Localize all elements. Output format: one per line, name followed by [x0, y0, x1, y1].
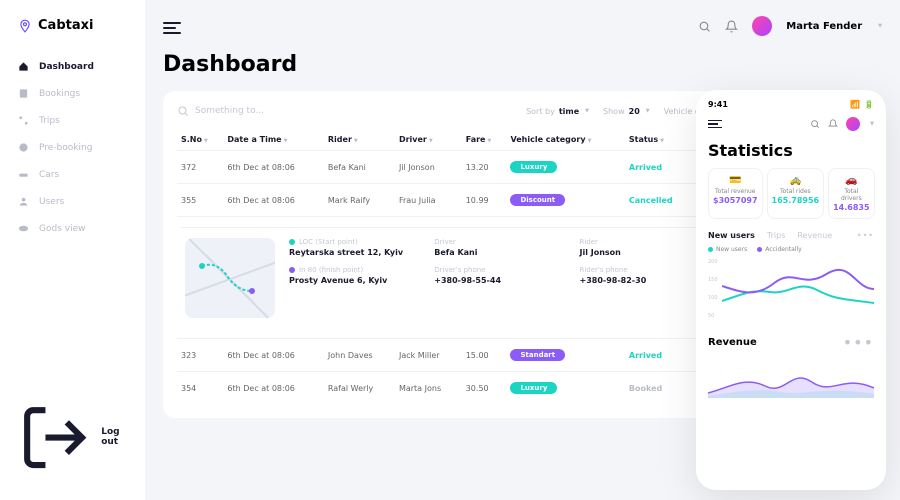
nav-label: Cars	[39, 170, 59, 180]
eye-icon	[18, 223, 29, 234]
stat-card[interactable]: 🚗Total drivers14.6835	[828, 168, 874, 219]
brand-logo: Cabtaxi	[0, 18, 145, 53]
nav-label: Trips	[39, 116, 60, 126]
more-icon[interactable]: •••	[857, 231, 874, 240]
nav-prebooking[interactable]: Pre-booking	[0, 134, 145, 161]
col-header[interactable]: Fare▼	[462, 129, 507, 151]
page-title: Dashboard	[163, 52, 882, 77]
route-icon	[18, 115, 29, 126]
col-header[interactable]: Date a Time▼	[223, 129, 324, 151]
home-icon	[18, 61, 29, 72]
car-icon	[18, 169, 29, 180]
chevron-down-icon[interactable]: ▼	[878, 23, 882, 29]
map-thumbnail	[185, 238, 275, 318]
sidebar: Cabtaxi Dashboard Bookings Trips Pre-boo…	[0, 0, 145, 500]
search-icon	[177, 105, 189, 117]
logout-icon	[18, 401, 91, 474]
stat-card[interactable]: 💳Total revenue$3057097	[708, 168, 763, 219]
legend-item: Accidentally	[757, 246, 801, 253]
show-select[interactable]: Show 20▼	[603, 107, 650, 116]
nav-label: Bookings	[39, 89, 80, 99]
username[interactable]: Marta Fender	[786, 21, 862, 32]
col-header[interactable]: Driver▼	[395, 129, 462, 151]
user-icon	[18, 196, 29, 207]
more-icon[interactable]: •••	[843, 333, 874, 352]
col-header[interactable]: Vehicle category▼	[506, 129, 624, 151]
avatar[interactable]	[846, 117, 860, 131]
nav-label: Dashboard	[39, 62, 94, 72]
col-header[interactable]: S.No▼	[177, 129, 223, 151]
sort-select[interactable]: Sort by time▼	[526, 107, 589, 116]
mobile-preview: 9:41 📶 🔋 ▼ Statistics 💳Total revenue$3057…	[696, 90, 886, 490]
tab-revenue[interactable]: Revenue	[797, 231, 832, 240]
bell-icon[interactable]	[828, 119, 838, 129]
mobile-menu-toggle[interactable]	[708, 118, 722, 131]
pin-icon	[18, 19, 32, 33]
tab-new-users[interactable]: New users	[708, 231, 755, 240]
legend-item: New users	[708, 246, 747, 253]
area-chart	[708, 358, 874, 398]
topbar: Marta Fender ▼	[163, 0, 882, 52]
stat-card[interactable]: 🚕Total rides165.78956	[767, 168, 825, 219]
col-header[interactable]: Status▼	[625, 129, 694, 151]
search-icon[interactable]	[810, 119, 820, 129]
nav: Dashboard Bookings Trips Pre-booking Car…	[0, 53, 145, 393]
col-header[interactable]: Rider▼	[324, 129, 395, 151]
search-input[interactable]: Something to...	[177, 105, 264, 117]
menu-toggle[interactable]	[163, 19, 181, 33]
avatar[interactable]	[752, 16, 772, 36]
line-chart: 20015010050	[708, 259, 874, 319]
logout-label: Log out	[101, 427, 127, 447]
nav-dashboard[interactable]: Dashboard	[0, 53, 145, 80]
mobile-statusbar: 9:41 📶 🔋	[708, 100, 874, 109]
nav-label: Gods view	[39, 224, 85, 234]
search-placeholder: Something to...	[195, 106, 264, 116]
signal-icon: 📶	[850, 100, 860, 109]
book-icon	[18, 88, 29, 99]
tab-trips[interactable]: Trips	[767, 231, 785, 240]
nav-cars[interactable]: Cars	[0, 161, 145, 188]
nav-godsview[interactable]: Gods view	[0, 215, 145, 242]
nav-bookings[interactable]: Bookings	[0, 80, 145, 107]
logout-button[interactable]: Log out	[0, 393, 145, 482]
nav-label: Pre-booking	[39, 143, 92, 153]
nav-users[interactable]: Users	[0, 188, 145, 215]
mobile-title: Statistics	[708, 141, 874, 160]
clock-icon	[18, 142, 29, 153]
nav-label: Users	[39, 197, 64, 207]
chevron-down-icon[interactable]: ▼	[870, 121, 874, 127]
mobile-time: 9:41	[708, 100, 728, 109]
revenue-title: Revenue	[708, 337, 757, 348]
brand-name: Cabtaxi	[38, 18, 93, 33]
nav-trips[interactable]: Trips	[0, 107, 145, 134]
bell-icon[interactable]	[725, 20, 738, 33]
wifi-icon: 🔋	[864, 100, 874, 109]
search-icon[interactable]	[698, 20, 711, 33]
